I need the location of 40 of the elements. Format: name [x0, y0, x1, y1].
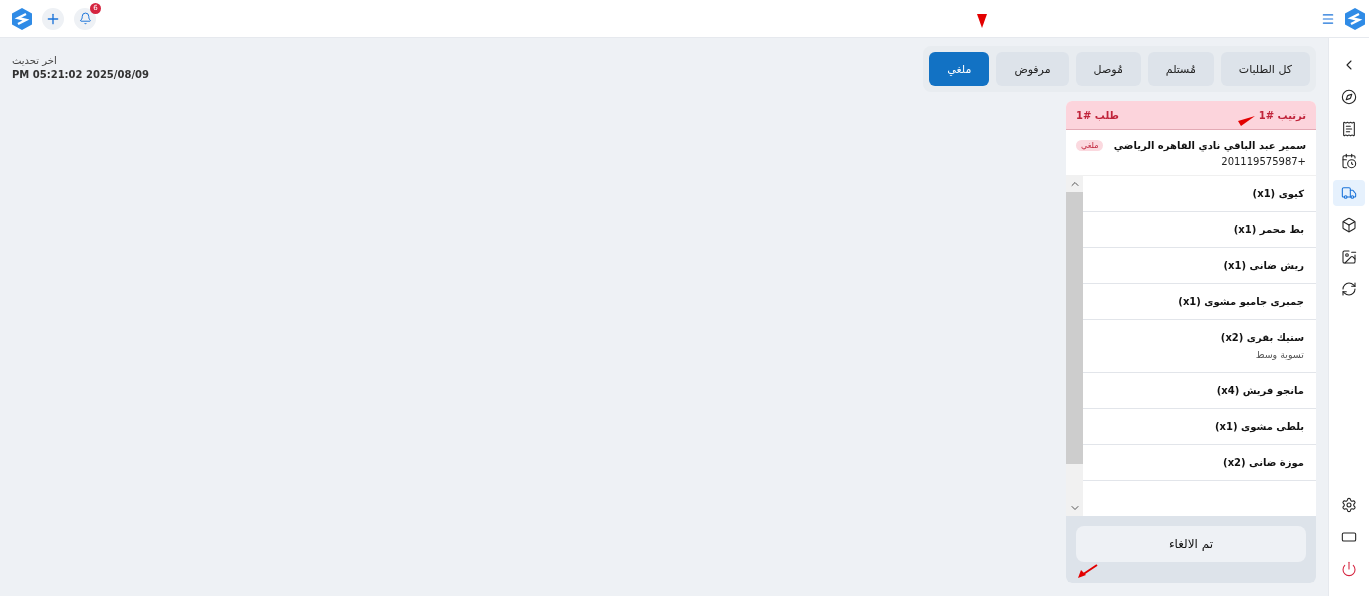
menu-button[interactable]: [1321, 11, 1335, 26]
image-icon[interactable]: [1341, 249, 1357, 265]
status-button[interactable]: تم الالغاء: [1076, 526, 1306, 562]
settings-icon[interactable]: [1341, 497, 1357, 513]
logo-icon: [12, 7, 32, 30]
sequence-number: ترتيب #1: [1258, 109, 1306, 121]
calendar-clock-icon[interactable]: [1341, 153, 1357, 169]
power-icon[interactable]: [1341, 561, 1357, 577]
order-number: طلب #1: [1076, 109, 1119, 121]
filter-tab[interactable]: مرفوض: [996, 52, 1069, 86]
customer-phone: 201119575987+: [1221, 156, 1306, 167]
item-note: تسوية وسط: [1254, 349, 1304, 360]
truck-button[interactable]: [1333, 180, 1365, 206]
logo-icon: [1345, 7, 1365, 30]
item-name: موزة ضانى (x2): [1222, 457, 1304, 468]
screen-icon[interactable]: [1341, 529, 1357, 545]
truck-icon[interactable]: [1341, 185, 1357, 201]
receipt-icon[interactable]: [1341, 121, 1357, 137]
filter-tab[interactable]: مُوصل: [1075, 52, 1141, 86]
annotation-arrow-icon: [977, 14, 987, 28]
filter-tab[interactable]: كل الطلبات: [1220, 52, 1310, 86]
item-name: جمبرى جامبو مشوى (x1): [1177, 296, 1304, 307]
item-name: ستيك بقرى (x2): [1219, 332, 1304, 343]
item-name: مانجو فريش (x4): [1215, 385, 1304, 396]
customer-name: سمير عبد الباقي نادي القاهره الرياضي: [1113, 140, 1306, 151]
bell-icon[interactable]: [78, 12, 92, 25]
annotation-arrow-icon: [1238, 116, 1255, 126]
item-name: ريش ضانى (x1): [1222, 260, 1304, 271]
item-name: بلطى مشوى (x1): [1213, 421, 1304, 432]
filter-tab[interactable]: ملغي: [929, 52, 990, 86]
last-update-label: اخر تحديث: [12, 55, 58, 66]
annotation-arrow-icon: [1078, 564, 1098, 578]
last-update-time: PM 05:21:02 2025/08/09: [12, 69, 149, 80]
item-name: كيوى (x1): [1251, 188, 1304, 199]
box-icon[interactable]: [1341, 217, 1357, 233]
refresh-icon[interactable]: [1341, 281, 1357, 297]
compass-icon[interactable]: [1341, 89, 1357, 105]
item-name: بط محمر (x1): [1232, 224, 1304, 235]
filter-tab[interactable]: مُستلم: [1147, 52, 1214, 86]
status-badge: ملغي: [1076, 140, 1104, 151]
